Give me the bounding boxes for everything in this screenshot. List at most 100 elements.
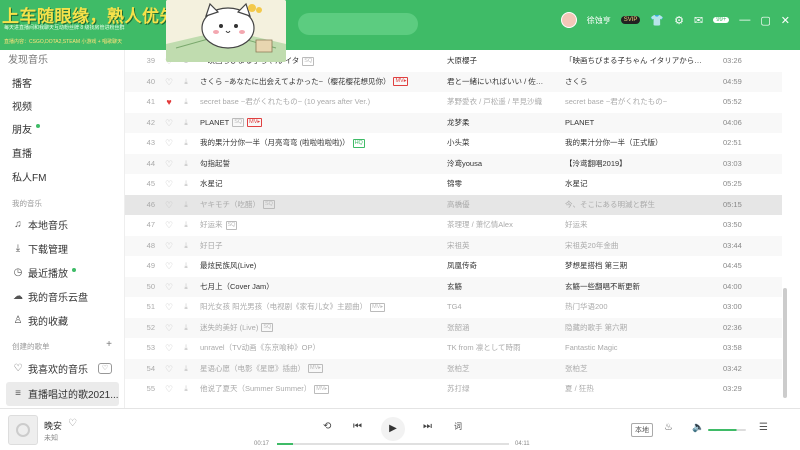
now-playing-title[interactable]: 晚安 [44, 419, 62, 432]
sidebar-item-friends[interactable]: 朋友 [12, 121, 40, 136]
heart-icon[interactable]: ♡ [163, 297, 175, 318]
track-title-cell[interactable]: 他说了夏天（Summer Summer） MV▸ [200, 379, 445, 400]
progress-bar[interactable] [277, 443, 509, 445]
sidebar-item-downloads[interactable]: ⤓ 下载管理 [12, 241, 68, 256]
track-album[interactable]: さくら [565, 72, 715, 93]
track-artist[interactable]: TG4 [447, 297, 562, 318]
playlist-queue-icon[interactable]: ☰ [759, 422, 768, 433]
sidebar-item-video[interactable]: 视频 [12, 98, 32, 113]
avatar[interactable] [560, 12, 577, 28]
track-artist[interactable]: 锦零 [447, 174, 562, 195]
track-album[interactable]: secret base ~君がくれたもの~ [565, 92, 715, 113]
download-icon[interactable]: ⤓ [180, 92, 192, 113]
track-title-cell[interactable]: 最炫民族风(Live) [200, 256, 445, 277]
track-title-cell[interactable]: 阳光女孩 阳光男孩（电视剧《家有儿女》主题曲） MV▸ [200, 297, 445, 318]
table-row[interactable]: 42 ♡ ⤓ PLANET SQ MV▸ 龙梦柔 PLANET 04:06 [125, 112, 782, 134]
table-row[interactable]: 41 ♥ ⤓ secret base ~君がくれたもの~ (10 years afte… [125, 92, 782, 113]
heart-icon[interactable]: ♡ [163, 359, 175, 380]
track-album[interactable]: PLANET [565, 113, 715, 134]
track-title-cell[interactable]: さくら ~あなたに出会えてよかった~（樱花樱花想见你） MV▸ [200, 72, 445, 93]
sidebar-item-live[interactable]: 直播 [12, 145, 32, 160]
heart-icon[interactable]: ♡ [163, 318, 175, 339]
heart-icon[interactable]: ♡ [163, 338, 175, 359]
download-icon[interactable]: ⤓ [180, 338, 192, 359]
track-album[interactable]: 好运来 [565, 215, 715, 236]
heart-icon[interactable]: ♡ [163, 72, 175, 93]
table-row[interactable]: 45 ♡ ⤓ 水星记 锦零 水星记 05:25 [125, 174, 782, 195]
gear-icon[interactable]: ⚙ [674, 14, 684, 27]
table-row[interactable]: 49 ♡ ⤓ 最炫民族风(Live) 凤凰传奇 梦想星搭档 第三期 04:45 [125, 256, 782, 277]
add-playlist-button[interactable]: + [106, 339, 112, 350]
sidebar-item-cloud[interactable]: ☁ 我的音乐云盘 [12, 289, 88, 304]
track-album[interactable]: 张柏芝 [565, 359, 715, 380]
track-artist[interactable]: 泠鸢yousa [447, 154, 562, 175]
sidebar-item-podcast[interactable]: 播客 [12, 75, 32, 90]
heart-icon[interactable]: ♡ [163, 236, 175, 257]
track-album[interactable]: 宋祖英20年金曲 [565, 236, 715, 257]
track-album[interactable]: 梦想星搭档 第三期 [565, 256, 715, 277]
heart-icon[interactable]: ♡ [163, 256, 175, 277]
track-title-cell[interactable]: secret base ~君がくれたもの~ (10 years after Ve… [200, 92, 445, 113]
close-icon[interactable]: ✕ [781, 14, 790, 27]
table-row[interactable]: 47 ♡ ⤓ 好运来 SQ 茶理理 / 萧忆情Alex 好运来 03:50 [125, 215, 782, 236]
maximize-icon[interactable]: ▢ [760, 14, 770, 27]
heart-icon[interactable]: ♡ [163, 379, 175, 400]
track-artist[interactable]: 茅野愛衣 / 戸松遥 / 早見沙織 [447, 92, 562, 113]
download-icon[interactable]: ⤓ [180, 379, 192, 400]
sidebar-item-local-music[interactable]: ♫ 本地音乐 [12, 217, 68, 232]
sidebar-item-fm[interactable]: 私人FM [12, 169, 46, 184]
track-artist[interactable]: 张柏芝 [447, 359, 562, 380]
table-row[interactable]: 55 ♡ ⤓ 他说了夏天（Summer Summer） MV▸ 苏打绿夏 / 狂热 03:2… [125, 379, 782, 400]
liked-heart-icon[interactable]: ♥ [163, 92, 175, 113]
track-title-cell[interactable]: 星语心愿（电影《星愿》插曲） MV▸ [200, 359, 445, 380]
track-title-cell[interactable]: 好运来 SQ [200, 215, 445, 236]
track-album[interactable]: 热门华语200 [565, 297, 715, 318]
track-album[interactable]: 玄觞一些翻唱不断更新 [565, 277, 715, 298]
download-icon[interactable]: ⤓ [180, 297, 192, 318]
track-album[interactable]: 夏 / 狂热 [565, 379, 715, 400]
heartbeat-mode-button[interactable]: ♡ [98, 363, 112, 374]
username[interactable]: 徐蚀亨 [587, 15, 611, 26]
now-playing-artist[interactable]: 未知 [44, 433, 58, 443]
heart-icon[interactable]: ♡ [163, 133, 175, 154]
track-artist[interactable]: 苏打绿 [447, 379, 562, 400]
lyrics-icon[interactable]: 词 [454, 421, 462, 432]
table-row[interactable]: 50 ♡ ⤓ 七月上（Cover Jam） 玄觞 玄觞一些翻唱不断更新 04:00 [125, 276, 782, 298]
track-artist[interactable]: 张韶涵 [447, 318, 562, 339]
download-icon[interactable]: ⤓ [180, 277, 192, 298]
track-artist[interactable]: 大原櫻子 [447, 51, 562, 72]
track-title-cell[interactable]: 我的果汁分你一半（月亮弯弯 (啦啦啦啦啦)） HQ [200, 133, 445, 154]
sidebar-item-favorites[interactable]: ♙ 我的收藏 [12, 313, 68, 328]
table-row[interactable]: 48 ♡ ⤓ 好日子 宋祖英 宋祖英20年金曲 03:44 [125, 235, 782, 257]
table-row[interactable]: 51 ♡ ⤓ 阳光女孩 阳光男孩（电视剧《家有儿女》主题曲） MV▸ TG4 热门华语200… [125, 297, 782, 318]
track-album[interactable]: 我的果汁分你一半（正式版） [565, 133, 715, 154]
scrollbar[interactable] [782, 50, 788, 408]
sidebar-item-playlist-live[interactable]: ≡ 直播唱过的歌2021... [12, 386, 119, 401]
table-row[interactable]: 43 ♡ ⤓ 我的果汁分你一半（月亮弯弯 (啦啦啦啦啦)） HQ 小头菜 我的果汁分你一半（… [125, 133, 782, 154]
sidebar-item-liked-music[interactable]: ♡ 我喜欢的音乐 ♡ [12, 361, 112, 376]
download-icon[interactable]: ⤓ [180, 256, 192, 277]
search-input[interactable] [298, 13, 418, 35]
album-cover[interactable] [8, 415, 38, 445]
download-icon[interactable]: ⤓ [180, 133, 192, 154]
table-row[interactable]: 40 ♡ ⤓ さくら ~あなたに出会えてよかった~（樱花樱花想见你） MV▸ 君と一緒にい… [125, 71, 782, 93]
track-title-cell[interactable]: 勾指起誓 [200, 154, 445, 175]
play-button[interactable]: ▶ [381, 417, 405, 441]
volume-slider[interactable] [708, 429, 746, 431]
table-row[interactable]: 46 ♡ ⤓ ヤキモチ（吃醋） SQ 高橋優 今、そこにある明滅と群生 05:15 [125, 194, 782, 216]
table-row[interactable]: 53 ♡ ⤓ unravel（TV动画《东京喰种》OP） TK from 凛として時雨 F… [125, 338, 782, 359]
heart-icon[interactable]: ♡ [163, 154, 175, 175]
track-album[interactable]: 「映画ちびまる子ちゃん イタリアから… [565, 51, 715, 72]
track-title-cell[interactable]: 七月上（Cover Jam） [200, 277, 445, 298]
scroll-thumb[interactable] [783, 288, 787, 398]
heart-icon[interactable]: ♡ [163, 195, 175, 216]
track-album[interactable]: Fantastic Magic [565, 338, 715, 359]
heart-icon[interactable]: ♡ [163, 113, 175, 134]
track-artist[interactable]: 小头菜 [447, 133, 562, 154]
repeat-icon[interactable]: ⟲ [323, 421, 331, 432]
track-title-cell[interactable]: 迷失的美好 (Live) SQ [200, 318, 445, 339]
track-artist[interactable]: 茶理理 / 萧忆情Alex [447, 215, 562, 236]
track-title-cell[interactable]: ヤキモチ（吃醋） SQ [200, 195, 445, 216]
like-heart-icon[interactable]: ♡ [68, 418, 77, 429]
track-artist[interactable]: TK from 凛として時雨 [447, 338, 562, 359]
